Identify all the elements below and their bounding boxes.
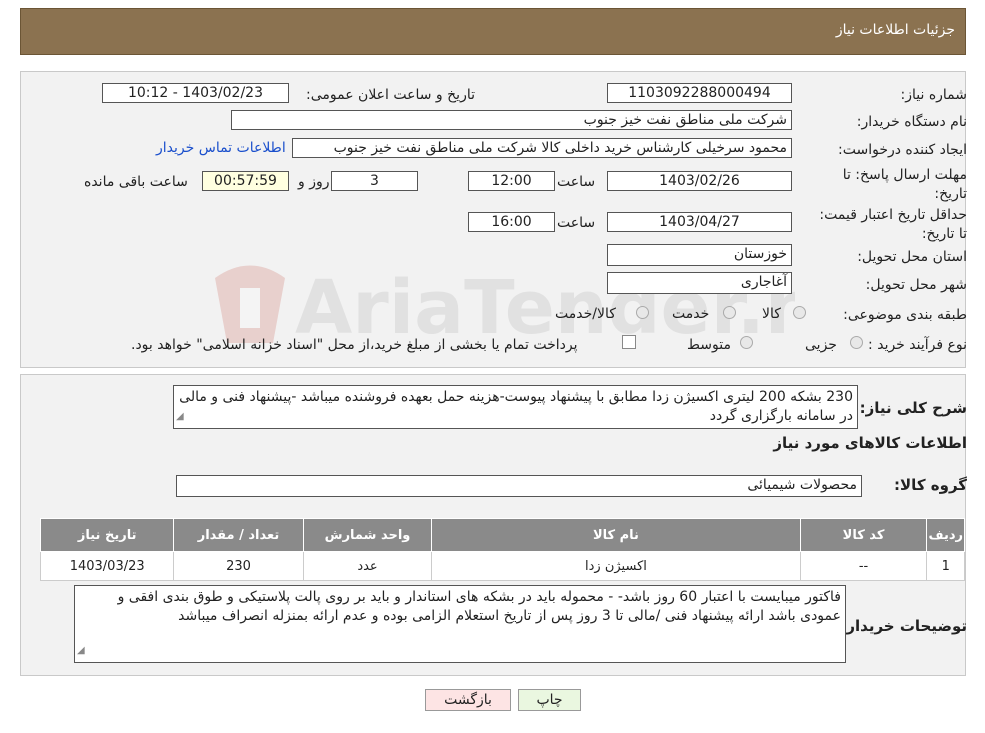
cell-row: 1 [926,551,965,581]
summary-text: 230 بشکه 200 لیتری اکسیژن زدا مطابق با پ… [179,389,853,424]
deadline-label: مهلت ارسال پاسخ: تا تاریخ: [842,167,967,202]
col-code: کد کالا [799,518,928,552]
category-radio-both[interactable] [636,306,649,319]
items-table: ردیف کد کالا نام کالا واحد شمارش تعداد /… [39,518,965,581]
category-option-service: خدمت [672,306,710,322]
col-date: تاریخ نیاز [39,518,175,552]
summary-textarea[interactable]: 230 بشکه 200 لیتری اکسیژن زدا مطابق با پ… [173,385,858,429]
back-button[interactable]: بازگشت [425,689,511,711]
group-label: گروه کالا: [894,476,967,494]
col-name: نام کالا [431,518,801,552]
resize-grip-icon: ◢ [77,645,85,656]
announce-field: 1403/02/23 - 10:12 [102,83,289,103]
page-header: جزئیات اطلاعات نیاز [20,8,966,55]
validity-time-field: 16:00 [468,212,555,232]
treasury-checkbox[interactable] [622,335,636,349]
remaining-time-field: 00:57:59 [202,171,289,191]
remaining-label: ساعت باقی مانده [84,174,188,190]
need-number-field: 1103092288000494 [607,83,792,103]
notes-label: توضیحات خریدار: [840,617,967,635]
city-field: آغاجاری [607,272,792,294]
buyer-org-label: نام دستگاه خریدار: [856,114,967,130]
cell-name: اکسیژن زدا [431,551,801,581]
cell-qty: 230 [173,551,304,581]
category-option-goods: کالا [762,306,781,322]
city-label: شهر محل تحویل: [865,277,967,293]
days-label: روز و [298,174,330,190]
cell-unit: عدد [302,551,433,581]
buyer-contact-link[interactable]: اطلاعات تماس خریدار [156,140,286,156]
notes-textarea[interactable]: فاکتور میبایست با اعتبار 60 روز باشد- - … [74,585,846,663]
creator-field: محمود سرخیلی کارشناس خرید داخلی کالا شرک… [292,138,792,158]
days-field: 3 [331,171,418,191]
category-radio-service[interactable] [723,306,736,319]
deadline-time-label: ساعت [557,174,596,190]
category-radio-goods[interactable] [793,306,806,319]
validity-label: حداقل تاریخ اعتبار قیمت: تا تاریخ: [819,207,967,242]
table-header-row: ردیف کد کالا نام کالا واحد شمارش تعداد /… [39,518,965,552]
province-label: استان محل تحویل: [857,249,967,265]
process-option-medium: متوسط [687,337,731,353]
process-radio-minor[interactable] [850,336,863,349]
creator-label: ایجاد کننده درخواست: [838,142,967,158]
buyer-org-field: شرکت ملی مناطق نفت خیز جنوب [231,110,792,130]
print-button[interactable]: چاپ [518,689,581,711]
province-field: خوزستان [607,244,792,266]
col-unit: واحد شمارش [302,518,433,552]
process-note: پرداخت تمام یا بخشی از مبلغ خرید،از محل … [131,337,578,353]
table-row: 1 -- اکسیژن زدا عدد 230 1403/03/23 [39,551,965,581]
need-number-label: شماره نیاز: [900,87,968,103]
process-option-minor: جزیی [805,337,837,353]
resize-grip-icon: ◢ [176,411,184,422]
col-qty: تعداد / مقدار [173,518,304,552]
col-row: ردیف [926,518,965,552]
notes-text: فاکتور میبایست با اعتبار 60 روز باشد- - … [117,589,841,624]
cell-date: 1403/03/23 [39,551,175,581]
process-label: نوع فرآیند خرید : [868,337,967,353]
summary-label: شرح کلی نیاز: [859,399,967,417]
announce-label: تاریخ و ساعت اعلان عمومی: [306,87,475,103]
cell-code: -- [799,551,928,581]
category-label: طبقه بندی موضوعی: [843,307,967,323]
deadline-time-field: 12:00 [468,171,555,191]
items-section-title: اطلاعات کالاهای مورد نیاز [773,434,967,452]
validity-date-field: 1403/04/27 [607,212,792,232]
deadline-date-field: 1403/02/26 [607,171,792,191]
validity-time-label: ساعت [557,215,596,231]
group-field: محصولات شیمیائی [176,475,862,497]
page-title: جزئیات اطلاعات نیاز [835,22,955,38]
category-option-both: کالا/خدمت [555,306,616,322]
process-radio-medium[interactable] [740,336,753,349]
